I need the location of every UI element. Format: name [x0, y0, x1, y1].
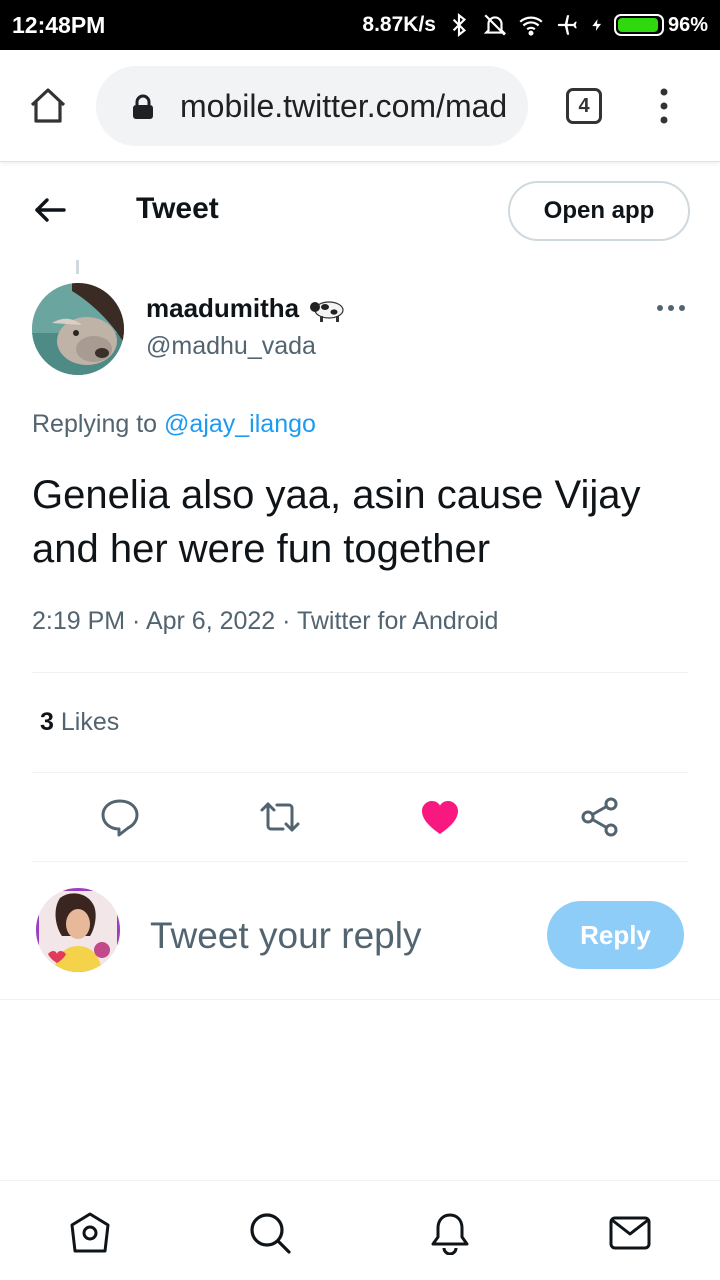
airplane-icon [557, 15, 577, 35]
open-app-button[interactable]: Open app [508, 181, 690, 241]
charging-icon [592, 19, 602, 31]
replying-prefix: Replying to [32, 410, 158, 438]
page-title: Tweet [136, 192, 219, 225]
tabs-count-button[interactable]: 4 [566, 88, 602, 124]
divider [0, 999, 720, 1000]
divider [32, 672, 688, 673]
battery-fill [617, 18, 659, 32]
status-icons: 8.87K/s 96% [362, 10, 708, 40]
messages-icon[interactable] [608, 1211, 652, 1255]
divider [32, 861, 688, 862]
bottom-nav [0, 1180, 720, 1280]
battery-indicator: 96% [613, 13, 708, 37]
author-name[interactable]: maadumitha [146, 293, 299, 324]
mute-icon [483, 14, 507, 36]
network-speed: 8.87K/s [362, 13, 436, 36]
search-icon[interactable] [248, 1211, 292, 1255]
replying-to: Replying to @ajay_ilango [32, 410, 316, 439]
thread-line [76, 260, 79, 274]
home-icon[interactable] [68, 1211, 112, 1255]
url-text[interactable]: mobile.twitter.com/madhu_vada [180, 88, 506, 125]
status-time: 12:48PM [12, 12, 106, 38]
my-avatar[interactable] [36, 888, 120, 972]
address-bar[interactable]: mobile.twitter.com/madhu_vada [96, 66, 528, 146]
share-icon[interactable] [579, 796, 621, 838]
divider [32, 772, 688, 773]
tweet-header: Tweet Open app [0, 170, 720, 252]
cow-icon [310, 300, 344, 322]
likes-count: 3 [40, 708, 54, 736]
like-icon[interactable] [419, 796, 461, 838]
battery-percent: 96% [667, 13, 708, 36]
author-name-row[interactable]: maadumitha [146, 293, 345, 324]
tweet-timestamp[interactable]: 2:19 PM · Apr 6, 2022 · Twitter for Andr… [32, 607, 498, 636]
tweet-text: Genelia also yaa, asin cause Vijay and h… [32, 473, 641, 571]
my-avatar-image [36, 888, 120, 972]
likes-stat[interactable]: 3 Likes [40, 708, 119, 737]
more-options-icon[interactable] [655, 296, 687, 320]
browser-menu-icon[interactable] [652, 86, 676, 126]
reply-icon[interactable] [99, 796, 141, 838]
reply-button[interactable]: Reply [547, 901, 684, 969]
author-avatar[interactable] [32, 283, 124, 375]
lock-icon [133, 94, 153, 119]
battery-icon [613, 14, 664, 36]
replying-mention-link[interactable]: @ajay_ilango [164, 410, 316, 438]
back-arrow-icon[interactable] [30, 192, 70, 228]
avatar-image [32, 283, 124, 375]
author-handle[interactable]: @madhu_vada [146, 332, 316, 361]
browser-home-icon[interactable] [28, 86, 68, 126]
status-bar: 12:48PM 8.87K/s 96% [0, 0, 720, 50]
retweet-icon[interactable] [259, 796, 301, 838]
notifications-icon[interactable] [428, 1211, 472, 1255]
browser-toolbar: mobile.twitter.com/madhu_vada 4 [0, 50, 720, 162]
wifi-icon [519, 16, 543, 36]
bluetooth-icon [452, 12, 467, 38]
reply-input[interactable] [150, 910, 530, 962]
likes-label: Likes [60, 708, 120, 736]
